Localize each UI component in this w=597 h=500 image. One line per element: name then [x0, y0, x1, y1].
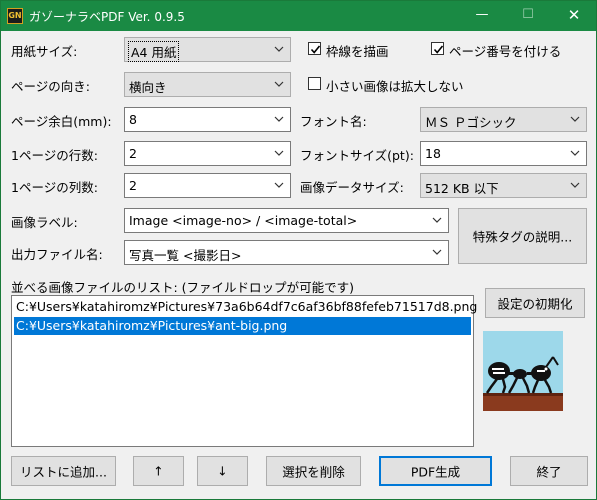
app-window: GN ガゾーナラベPDF Ver. 0.9.5 — ☐ ✕ 用紙サイズ: ページ…: [0, 0, 597, 500]
generate-pdf-button[interactable]: PDF生成: [379, 456, 492, 486]
chevron-down-icon: [570, 116, 580, 122]
title-bar[interactable]: GN ガゾーナラベPDF Ver. 0.9.5 — ☐ ✕: [1, 1, 596, 31]
file-list-label: 並べる画像ファイルのリスト: (ファイルドロップが可能です): [11, 280, 354, 295]
remove-selected-label: 選択を削除: [282, 464, 345, 480]
app-logo-icon: GN: [7, 8, 23, 24]
remove-selected-button[interactable]: 選択を削除: [266, 456, 361, 486]
image-label-combo[interactable]: Image <image-no> / <image-total>: [124, 208, 449, 233]
image-preview: [483, 331, 563, 411]
reset-settings-label: 設定の初期化: [497, 296, 573, 312]
margin-combo[interactable]: 8: [124, 107, 291, 132]
image-file-list[interactable]: C:¥Users¥katahiromz¥Pictures¥73a6b64df7c…: [11, 295, 477, 447]
rows-combo[interactable]: 2: [124, 141, 291, 166]
cols-combo[interactable]: 2: [124, 173, 291, 198]
generate-pdf-label: PDF生成: [410, 464, 461, 480]
special-tags-label: 特殊タグの説明...: [472, 229, 573, 245]
special-tags-button[interactable]: 特殊タグの説明...: [458, 208, 587, 264]
add-to-list-button[interactable]: リストに追加...: [11, 456, 116, 486]
font-size-label: フォントサイズ(pt):: [300, 148, 414, 163]
paper-size-value: A4 用紙: [128, 41, 180, 62]
checkbox-box[interactable]: [308, 42, 321, 55]
window-title: ガゾーナラベPDF Ver. 0.9.5: [29, 10, 185, 24]
chevron-down-icon: [570, 150, 580, 156]
font-name-label: フォント名:: [300, 114, 367, 129]
maximize-button[interactable]: ☐: [505, 1, 551, 31]
margin-label: ページ余白(mm):: [11, 114, 112, 129]
exit-button[interactable]: 終了: [510, 456, 588, 486]
chevron-down-icon: [432, 249, 442, 255]
font-size-combo[interactable]: 18: [420, 141, 587, 166]
move-up-button[interactable]: ↑: [133, 456, 184, 486]
image-label-value: Image <image-no> / <image-total>: [129, 213, 358, 228]
check-icon: [310, 45, 321, 54]
page-number-label: ページ番号を付ける: [449, 44, 562, 59]
orientation-select[interactable]: 横向き: [124, 72, 291, 97]
reset-settings-button[interactable]: 設定の初期化: [485, 288, 585, 318]
font-name-select[interactable]: ＭＳ Ｐゴシック: [420, 107, 587, 132]
arrow-up-icon: ↑: [153, 463, 164, 479]
chevron-down-icon: [274, 116, 284, 122]
font-size-value: 18: [425, 146, 441, 161]
checkbox-box[interactable]: [431, 42, 444, 55]
no-upscale-label: 小さい画像は拡大しない: [326, 79, 464, 94]
margin-value: 8: [129, 112, 137, 127]
move-down-button[interactable]: ↓: [197, 456, 248, 486]
image-data-size-value: 512 KB 以下: [425, 181, 499, 196]
orientation-value: 横向き: [129, 80, 167, 95]
arrow-down-icon: ↓: [217, 463, 228, 479]
image-label-label: 画像ラベル:: [11, 215, 78, 230]
chevron-down-icon: [274, 46, 284, 52]
minimize-button[interactable]: —: [459, 1, 505, 31]
output-file-value: 写真一覧 <撮影日>: [129, 248, 242, 263]
add-to-list-label: リストに追加...: [20, 464, 107, 480]
paper-size-select[interactable]: A4 用紙: [124, 37, 291, 62]
cols-value: 2: [129, 178, 137, 193]
exit-label: 終了: [536, 464, 562, 480]
paper-size-label: 用紙サイズ:: [11, 44, 78, 59]
output-file-label: 出力ファイル名:: [11, 247, 103, 262]
draw-border-label: 枠線を描画: [326, 44, 389, 59]
chevron-down-icon: [432, 217, 442, 223]
chevron-down-icon: [570, 182, 580, 188]
check-icon: [433, 45, 444, 54]
close-button[interactable]: ✕: [551, 1, 597, 31]
chevron-down-icon: [274, 81, 284, 87]
chevron-down-icon: [274, 182, 284, 188]
font-name-value: ＭＳ Ｐゴシック: [425, 115, 517, 130]
rows-value: 2: [129, 146, 137, 161]
image-data-size-label: 画像データサイズ:: [300, 180, 404, 195]
chevron-down-icon: [274, 150, 284, 156]
image-data-size-select[interactable]: 512 KB 以下: [420, 173, 587, 198]
cols-label: 1ページの列数:: [11, 180, 98, 195]
checkbox-box[interactable]: [308, 77, 321, 90]
list-item[interactable]: C:¥Users¥katahiromz¥Pictures¥73a6b64df7c…: [14, 298, 477, 316]
list-item-selected[interactable]: C:¥Users¥katahiromz¥Pictures¥ant-big.png: [14, 317, 471, 335]
output-file-combo[interactable]: 写真一覧 <撮影日>: [124, 240, 449, 265]
orientation-label: ページの向き:: [11, 79, 90, 94]
rows-label: 1ページの行数:: [11, 148, 98, 163]
